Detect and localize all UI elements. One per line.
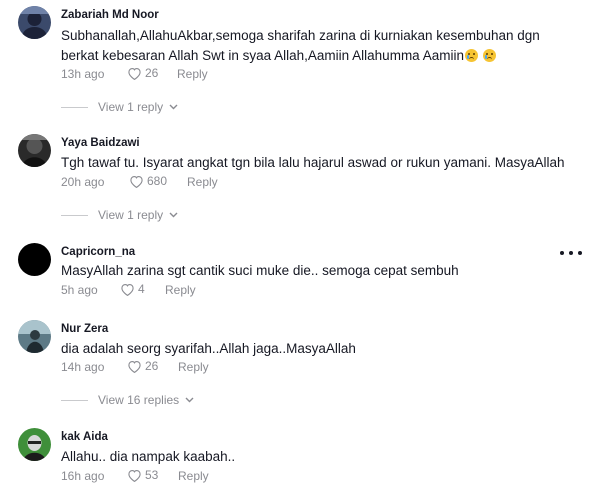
heart-icon <box>128 360 141 373</box>
like-count: 680 <box>147 174 168 188</box>
view-replies-button[interactable]: View 1 reply <box>61 208 178 222</box>
user-avatar[interactable] <box>18 243 51 276</box>
heart-icon <box>121 283 134 296</box>
comment-timestamp: 14h ago <box>61 360 105 374</box>
replies-divider-line <box>61 399 88 401</box>
comment-timestamp: 5h ago <box>61 283 98 297</box>
user-avatar[interactable] <box>18 6 51 39</box>
comment-username[interactable]: Yaya Baidzawi <box>61 137 140 149</box>
like-button[interactable]: 53 <box>127 468 158 482</box>
reply-button[interactable]: Reply <box>165 283 196 297</box>
view-replies-button[interactable]: View 16 replies <box>61 393 194 407</box>
comment-text: Tgh tawaf tu. Isyarat angkat tgn bila la… <box>61 155 565 170</box>
view-replies-label: View 1 reply <box>98 208 164 222</box>
like-count: 53 <box>145 468 159 482</box>
like-button[interactable]: 680 <box>129 174 167 188</box>
reply-button[interactable]: Reply <box>177 67 208 81</box>
comment-username[interactable]: kak Aida <box>61 431 108 443</box>
crying-face-emoji <box>464 49 478 62</box>
comment-timestamp: 13h ago <box>61 67 105 81</box>
chevron-down-icon <box>169 212 178 218</box>
view-replies-label: View 16 replies <box>98 393 180 407</box>
replies-divider-line <box>61 214 88 216</box>
like-count: 4 <box>138 282 145 296</box>
like-button[interactable]: 26 <box>127 66 158 80</box>
like-button[interactable]: 26 <box>127 359 158 373</box>
replies-divider-line <box>61 106 88 108</box>
comment-text: Allahu.. dia nampak kaabah.. <box>61 449 236 464</box>
user-avatar[interactable] <box>18 320 51 353</box>
comment-username[interactable]: Zabariah Md Noor <box>61 9 159 21</box>
heart-icon <box>128 67 141 80</box>
reply-button[interactable]: Reply <box>178 469 209 483</box>
chevron-down-icon <box>185 397 194 403</box>
view-replies-button[interactable]: View 1 reply <box>61 100 178 114</box>
more-horizontal-icon[interactable] <box>560 248 582 258</box>
like-count: 26 <box>145 66 159 80</box>
user-avatar[interactable] <box>18 134 51 167</box>
crying-face-emoji <box>482 49 496 62</box>
view-replies-label: View 1 reply <box>98 100 164 114</box>
reply-button[interactable]: Reply <box>178 360 209 374</box>
comment-text: dia adalah seorg syarifah..Allah jaga..M… <box>61 341 356 356</box>
like-count: 26 <box>145 359 159 373</box>
like-button[interactable]: 4 <box>120 282 145 296</box>
heart-icon <box>128 469 141 482</box>
comment-text: MasyAllah zarina sgt cantik suci muke di… <box>61 263 459 278</box>
comment-text: Subhanallah,AllahuAkbar,semoga sharifah … <box>61 26 571 66</box>
reply-button[interactable]: Reply <box>187 175 218 189</box>
comment-timestamp: 16h ago <box>61 469 105 483</box>
heart-icon <box>130 175 143 188</box>
comment-username[interactable]: Capricorn_na <box>61 246 135 258</box>
comment-timestamp: 20h ago <box>61 175 105 189</box>
comment-username[interactable]: Nur Zera <box>61 323 108 335</box>
chevron-down-icon <box>169 104 178 110</box>
user-avatar[interactable] <box>18 428 51 461</box>
